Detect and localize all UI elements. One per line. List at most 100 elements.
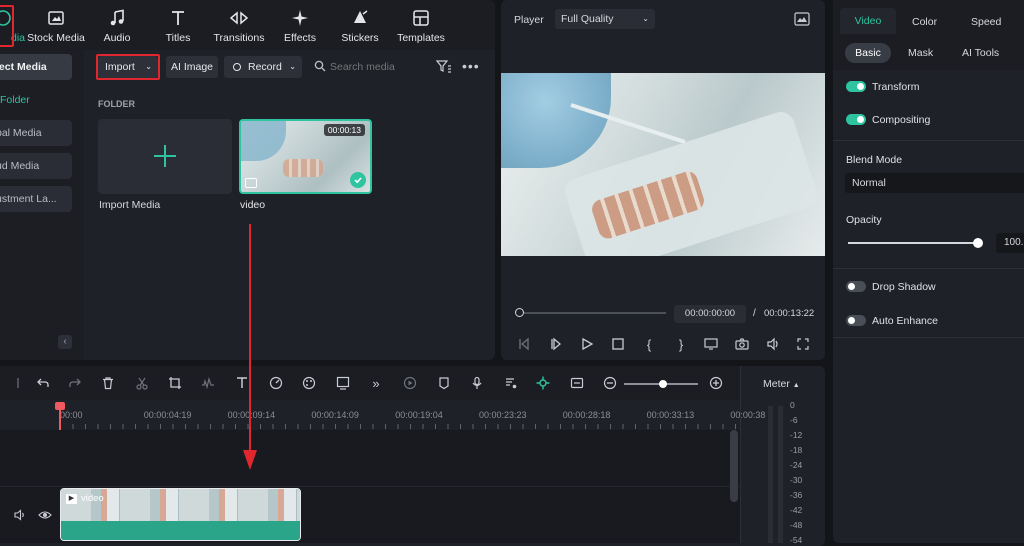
render-icon[interactable] — [402, 375, 418, 391]
audio-meter: 0 -6 -12 -18 -24 -30 -36 -42 -48 -54 — [750, 400, 824, 545]
subtab-label: Basic — [855, 47, 881, 59]
tool-audio-label: Audio — [103, 32, 131, 44]
transform-toggle[interactable] — [846, 81, 866, 92]
speed-icon[interactable] — [268, 375, 284, 391]
tool-titles-label: Titles — [165, 32, 191, 44]
tool-stickers[interactable]: Stickers — [327, 8, 393, 48]
collapse-sidebar-button[interactable]: ‹ — [58, 335, 72, 349]
crop-icon[interactable] — [167, 375, 183, 391]
prev-frame-icon[interactable] — [516, 336, 532, 352]
marker-icon[interactable] — [436, 375, 452, 391]
tool-effects[interactable]: Effects — [267, 8, 333, 48]
camera-icon[interactable] — [734, 336, 750, 352]
tool-stock-media[interactable]: Stock Media — [23, 8, 89, 48]
tab-color[interactable]: Color — [912, 16, 937, 28]
ai-portrait-icon[interactable] — [335, 375, 351, 391]
tool-transitions-label: Transitions — [213, 32, 265, 44]
tab-speed[interactable]: Speed — [971, 16, 1001, 28]
quality-value: Full Quality — [561, 13, 614, 25]
color-palette-icon[interactable] — [301, 375, 317, 391]
fullscreen-icon[interactable] — [795, 336, 811, 352]
divider — [833, 337, 1024, 338]
microphone-icon[interactable] — [469, 375, 485, 391]
tool-titles[interactable]: Titles — [145, 8, 211, 48]
subtab-basic[interactable]: Basic — [845, 43, 891, 63]
drop-shadow-toggle[interactable] — [846, 281, 866, 292]
ruler-tick-label: 00:00 — [60, 410, 83, 420]
ai-image-label: AI Image — [170, 61, 214, 73]
tool-audio[interactable]: Audio — [84, 8, 150, 48]
playback-progress-knob[interactable] — [515, 308, 524, 317]
stop-icon[interactable] — [610, 336, 626, 352]
opacity-slider-knob[interactable] — [973, 238, 983, 248]
player-label: Player — [514, 14, 544, 26]
zoom-slider-knob[interactable] — [659, 380, 667, 388]
import-media-card[interactable] — [98, 119, 232, 194]
subtab-ai-tools[interactable]: AI Tools — [962, 47, 999, 59]
stock-media-icon — [46, 8, 66, 28]
scissors-icon[interactable] — [134, 375, 150, 391]
ruler-tick-label: 00:00:33:13 — [646, 410, 695, 420]
play-icon[interactable] — [579, 336, 595, 352]
meter-bar-left — [768, 406, 773, 543]
plus-icon — [152, 143, 178, 169]
meter-scale-label: -12 — [790, 430, 803, 440]
tool-stock-media-label: Stock Media — [27, 32, 85, 44]
audio-track-icon[interactable] — [503, 375, 519, 391]
delete-icon[interactable] — [100, 375, 116, 391]
volume-icon[interactable] — [765, 336, 781, 352]
tool-transitions[interactable]: Transitions — [206, 8, 272, 48]
audio-sync-icon[interactable] — [200, 375, 216, 391]
sidebar-item-global-media[interactable]: bal Media — [0, 120, 72, 146]
zoom-in-icon[interactable] — [708, 375, 724, 391]
import-media-label: Import Media — [99, 199, 161, 211]
record-button[interactable]: Record ⌄ — [224, 56, 302, 78]
meter-label-text: Meter — [763, 378, 790, 390]
sidebar-item-folder[interactable]: Folder — [0, 94, 30, 106]
next-frame-icon[interactable] — [548, 336, 564, 352]
playhead-head[interactable] — [55, 402, 65, 410]
zoom-out-icon[interactable] — [602, 375, 618, 391]
undo-icon[interactable] — [35, 375, 51, 391]
opacity-slider-track[interactable] — [848, 242, 978, 244]
ruler-tick-label: 00:00:19:04 — [395, 410, 443, 420]
timeline-scrollbar[interactable] — [730, 430, 738, 502]
tab-video[interactable]: Video — [840, 8, 896, 34]
speaker-icon[interactable] — [14, 509, 26, 521]
compositing-toggle[interactable] — [846, 114, 866, 125]
display-icon[interactable] — [703, 336, 719, 352]
divider — [833, 268, 1024, 269]
subtab-mask[interactable]: Mask — [908, 47, 933, 59]
blend-mode-label: Blend Mode — [846, 154, 903, 166]
video-clip[interactable]: ▶ video — [60, 488, 301, 541]
auto-enhance-toggle[interactable] — [846, 315, 866, 326]
more-icon[interactable]: ••• — [462, 58, 480, 74]
mark-out-icon[interactable]: } — [673, 336, 689, 352]
sidebar-item-label: bal Media — [0, 127, 42, 139]
snapshot-icon[interactable] — [794, 12, 810, 26]
pip-icon[interactable] — [569, 375, 585, 391]
blend-mode-select[interactable]: Normal — [845, 173, 1024, 193]
ai-image-button[interactable]: AI Image — [166, 56, 218, 78]
video-preview — [501, 73, 825, 256]
video-thumbnail[interactable]: 00:00:13 — [239, 119, 372, 194]
divider-icon — [10, 375, 26, 391]
sidebar-item-adjustment[interactable]: ustment La... — [0, 186, 72, 212]
filter-icon[interactable] — [435, 58, 452, 74]
meter-label[interactable]: Meter ▲ — [763, 378, 800, 390]
auto-enhance-label: Auto Enhance — [872, 315, 938, 327]
quality-select[interactable]: Full Quality ⌄ — [555, 9, 655, 29]
eye-icon[interactable] — [38, 509, 52, 521]
snap-icon[interactable] — [535, 375, 551, 391]
search-input[interactable] — [330, 58, 426, 76]
playback-progress-track[interactable] — [519, 312, 666, 314]
sidebar-item-cloud-media[interactable]: ud Media — [0, 153, 72, 179]
more-tools-icon[interactable]: » — [368, 375, 384, 391]
mark-in-icon[interactable]: { — [641, 336, 657, 352]
subtab-label: Mask — [908, 47, 934, 59]
redo-icon[interactable] — [67, 375, 83, 391]
sidebar-item-project-media[interactable]: ject Media — [0, 54, 72, 80]
video-type-icon — [245, 178, 257, 188]
opacity-value[interactable]: 100. — [996, 233, 1024, 253]
tool-templates[interactable]: Templates — [388, 8, 454, 48]
